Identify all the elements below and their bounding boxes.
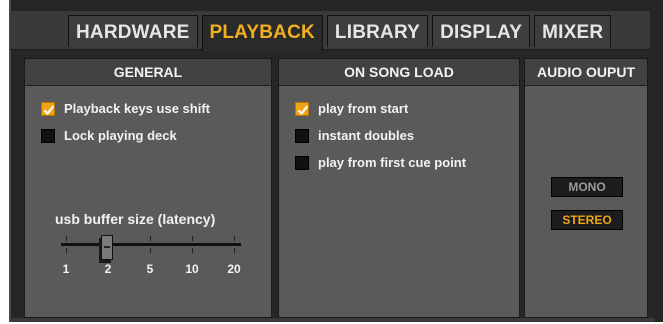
tick-mark: [192, 248, 193, 253]
tick-mark: [150, 236, 151, 241]
audio-output-header: AUDIO OUPUT: [525, 59, 647, 86]
tick-label: 10: [185, 262, 199, 276]
tick-mark: [150, 248, 151, 253]
option-label: Lock playing deck: [64, 128, 177, 143]
option-label: play from start: [318, 101, 409, 116]
mono-button[interactable]: MONO: [551, 177, 623, 197]
usb-buffer-slider-track[interactable]: [61, 243, 241, 246]
option-lock-playing-deck[interactable]: Lock playing deck: [41, 128, 177, 143]
tab-row: HARDWARE PLAYBACK LIBRARY DISPLAY MIXER: [68, 15, 612, 51]
checkbox-checked-icon[interactable]: [41, 101, 55, 116]
option-label: play from first cue point: [318, 155, 467, 170]
tick-mark: [234, 248, 235, 253]
option-instant-doubles[interactable]: instant doubles: [295, 128, 414, 143]
general-header: GENERAL: [25, 59, 271, 86]
tab-library[interactable]: LIBRARY: [326, 15, 429, 47]
usb-buffer-slider-label: usb buffer size (latency): [55, 211, 216, 227]
tab-mixer[interactable]: MIXER: [534, 15, 612, 47]
option-label: Playback keys use shift: [64, 101, 210, 116]
option-label: instant doubles: [318, 128, 415, 143]
checkbox-unchecked-icon[interactable]: [295, 128, 309, 143]
tab-hardware[interactable]: HARDWARE: [68, 15, 198, 47]
checkbox-unchecked-icon[interactable]: [295, 155, 309, 170]
usb-buffer-slider-thumb[interactable]: [101, 235, 113, 260]
general-panel: GENERAL Playback keys use shift Lock pla…: [24, 58, 272, 318]
tab-playback[interactable]: PLAYBACK: [201, 15, 323, 51]
checkbox-checked-icon[interactable]: [295, 101, 309, 116]
tick-label: 20: [227, 262, 241, 276]
song-load-panel: ON SONG LOAD play from start instant dou…: [278, 58, 520, 318]
tick-label: 2: [104, 262, 112, 276]
stereo-button[interactable]: STEREO: [551, 210, 623, 230]
tick-label: 1: [62, 262, 70, 276]
option-play-from-first-cue-point[interactable]: play from first cue point: [295, 155, 466, 170]
tick-mark: [66, 236, 67, 241]
tick-mark: [234, 236, 235, 241]
song-load-header: ON SONG LOAD: [279, 59, 519, 86]
tick-mark: [66, 248, 67, 253]
option-playback-keys-use-shift[interactable]: Playback keys use shift: [41, 101, 210, 116]
audio-output-panel: AUDIO OUPUT MONO STEREO: [524, 58, 648, 318]
tick-label: 5: [146, 262, 154, 276]
tab-display[interactable]: DISPLAY: [432, 15, 531, 47]
option-play-from-start[interactable]: play from start: [295, 101, 408, 116]
tick-mark: [192, 236, 193, 241]
bottom-border: [10, 318, 655, 322]
checkbox-unchecked-icon[interactable]: [41, 128, 55, 143]
